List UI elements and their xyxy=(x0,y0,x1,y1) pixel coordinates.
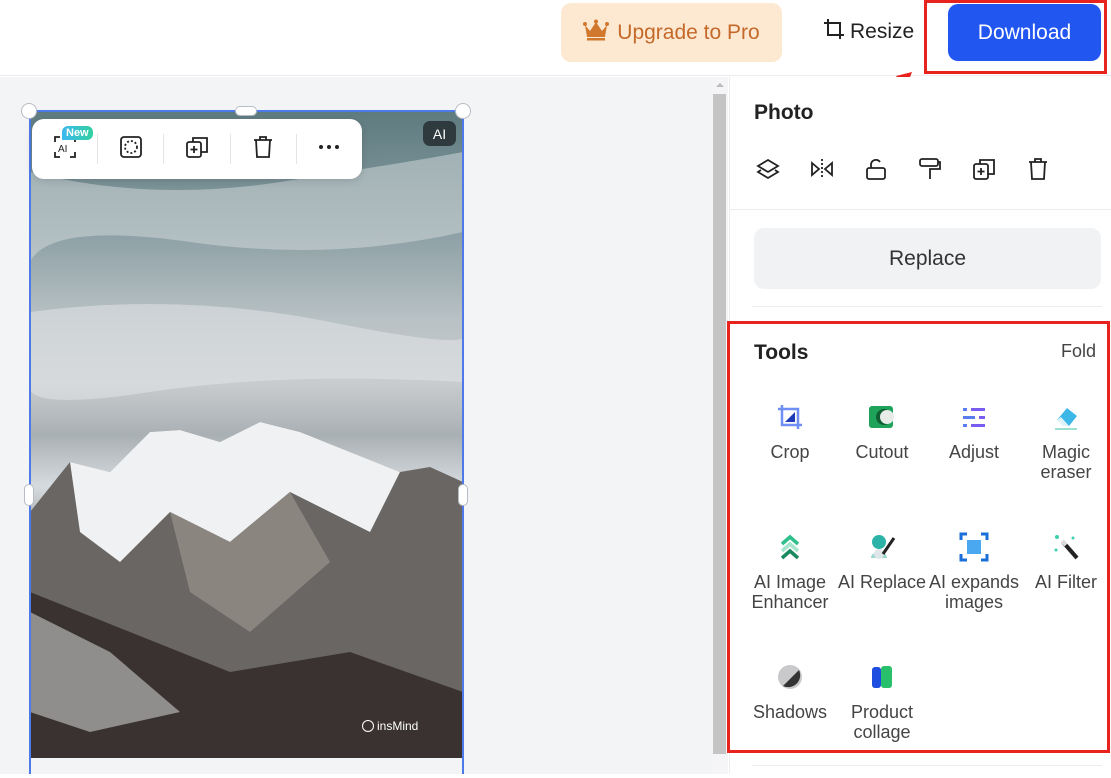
unlock-icon[interactable] xyxy=(864,157,888,181)
duplicate-icon xyxy=(185,135,209,164)
watermark-logo-icon xyxy=(362,720,374,732)
crown-icon xyxy=(583,19,610,47)
panel-title: Photo xyxy=(754,101,814,124)
watermark-text: insMind xyxy=(377,719,419,733)
replace-button[interactable]: Replace xyxy=(754,228,1101,289)
selection-border xyxy=(29,110,464,774)
canvas-scrollbar[interactable] xyxy=(712,77,728,774)
resize-handle-top-right[interactable] xyxy=(455,103,471,119)
more-icon xyxy=(317,135,341,164)
select-area-icon xyxy=(119,135,143,164)
resize-handle-top[interactable] xyxy=(235,106,257,116)
photo-actions xyxy=(756,157,1050,181)
trash-icon xyxy=(251,135,275,164)
resize-handle-top-left[interactable] xyxy=(21,103,37,119)
duplicate-icon[interactable] xyxy=(972,157,996,181)
paint-roller-icon[interactable] xyxy=(918,157,942,181)
upgrade-to-pro-button[interactable]: Upgrade to Pro xyxy=(561,3,782,62)
scroll-thumb[interactable] xyxy=(713,94,726,754)
watermark: insMind xyxy=(362,719,418,733)
new-badge: New xyxy=(62,126,93,140)
svg-text:AI: AI xyxy=(58,144,67,155)
layers-icon[interactable] xyxy=(756,157,780,181)
divider xyxy=(752,765,1102,766)
duplicate-button[interactable] xyxy=(164,119,229,179)
ai-badge: AI xyxy=(423,121,456,146)
select-area-button[interactable] xyxy=(98,119,163,179)
resize-button[interactable]: Resize xyxy=(822,14,914,50)
resize-label: Resize xyxy=(850,20,915,43)
download-highlight-box xyxy=(924,0,1107,74)
resize-handle-left[interactable] xyxy=(24,484,34,506)
delete-button[interactable] xyxy=(231,119,296,179)
resize-handle-right[interactable] xyxy=(458,484,468,506)
divider xyxy=(752,306,1102,307)
flip-icon[interactable] xyxy=(810,157,834,181)
scroll-up-arrow-icon[interactable] xyxy=(716,83,724,87)
more-button[interactable] xyxy=(297,119,362,179)
tools-highlight-box xyxy=(727,321,1110,753)
ai-tools-button[interactable]: AI New xyxy=(32,119,97,179)
photo-floating-toolbar: AI New xyxy=(32,119,362,179)
divider xyxy=(730,209,1111,210)
upgrade-label: Upgrade to Pro xyxy=(617,20,760,44)
trash-icon[interactable] xyxy=(1026,157,1050,181)
resize-icon xyxy=(822,17,846,47)
